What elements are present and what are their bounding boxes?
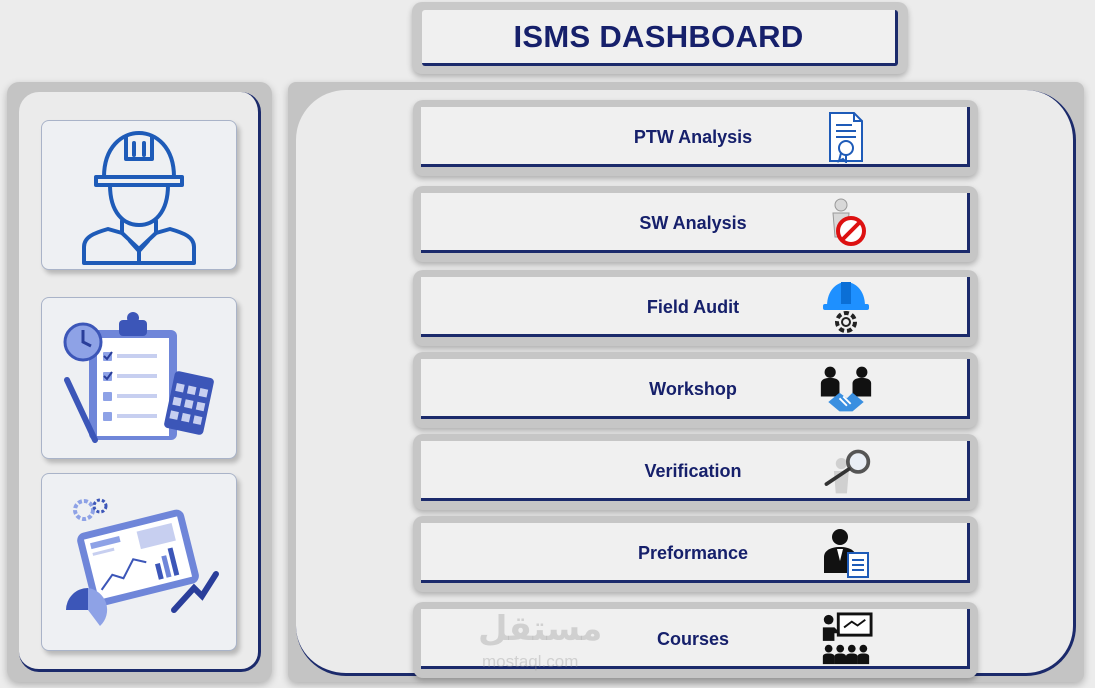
sidebar-tile-analytics[interactable] [41, 473, 237, 651]
menu-item-label: SW Analysis [639, 212, 747, 233]
menu-item-frame: Workshop [413, 352, 978, 428]
workshop-button[interactable]: Workshop [421, 359, 970, 419]
menu-item-frame: Verification [413, 434, 978, 510]
helmet-gear-icon [819, 281, 873, 333]
page-title: ISMS DASHBOARD [513, 18, 804, 54]
analytics-tablet-icon [66, 498, 219, 626]
menu-item-frame: Field Audit [413, 270, 978, 346]
field-audit-button[interactable]: Field Audit [421, 277, 970, 337]
classroom-board-icon [819, 612, 873, 665]
menu-panel: PTW Analysis SW Analysis Field Audit Wor… [296, 90, 1076, 678]
magnifier-person-icon [819, 445, 873, 497]
stop-work-sign-icon [819, 197, 873, 249]
verification-button[interactable]: Verification [421, 441, 970, 501]
sidebar-tile-checklist[interactable] [41, 297, 237, 459]
menu-frame: PTW Analysis SW Analysis Field Audit Wor… [288, 82, 1084, 682]
menu-item-label: Workshop [649, 378, 737, 399]
menu-item-label: Preformance [637, 542, 749, 563]
menu-item-label: PTW Analysis [633, 126, 753, 147]
sidebar-panel [19, 92, 261, 672]
sidebar-frame [7, 82, 272, 682]
menu-item-frame: PTW Analysis [413, 100, 978, 176]
menu-item-frame: SW Analysis [413, 186, 978, 262]
watermark-url: mostaql.com [482, 652, 579, 671]
menu-item-label: Verification [644, 460, 742, 481]
ptw-analysis-button[interactable]: PTW Analysis [421, 107, 970, 167]
preformance-button[interactable]: Preformance [421, 523, 970, 583]
clipboard-checklist-icon [63, 312, 214, 443]
sw-analysis-button[interactable]: SW Analysis [421, 193, 970, 253]
person-report-icon [819, 527, 873, 579]
sidebar-tile-engineer[interactable] [41, 120, 237, 270]
handshake-people-icon [819, 363, 873, 415]
certificate-document-icon [819, 111, 873, 163]
title-frame: ISMS DASHBOARD [412, 2, 908, 74]
engineer-helmet-icon [82, 131, 196, 265]
watermark-logo: مستقل [478, 610, 603, 648]
title-box: ISMS DASHBOARD [422, 10, 898, 66]
menu-item-frame: Preformance [413, 516, 978, 592]
menu-item-label: Field Audit [646, 296, 740, 317]
